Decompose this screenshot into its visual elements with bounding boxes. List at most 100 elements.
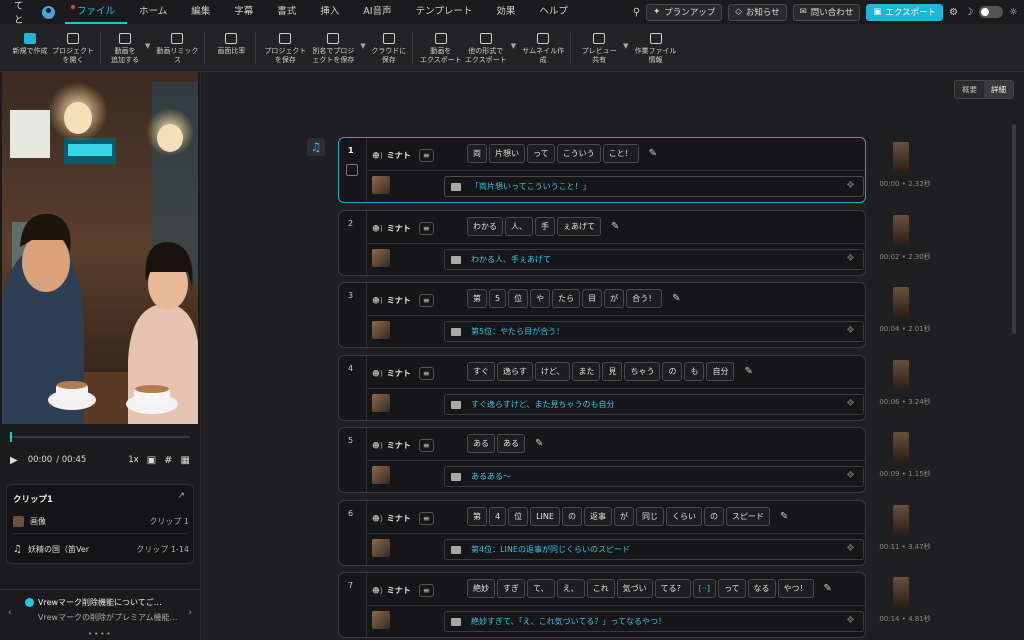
side-thumbnail[interactable] — [893, 504, 909, 535]
fullscreen-icon[interactable]: ▦ — [181, 455, 190, 466]
word-chip[interactable]: これ — [586, 579, 615, 598]
subtitle-text[interactable]: わかる人、手ぇあげて — [471, 254, 551, 265]
clip-thumbnail[interactable] — [372, 538, 390, 557]
speaker-selector[interactable]: ☻) ミナト ≡ — [372, 149, 434, 162]
word-chip[interactable]: 4 — [489, 506, 507, 526]
word-chip[interactable]: 絶妙 — [467, 579, 495, 598]
word-chip[interactable]: の — [703, 506, 724, 526]
word-chip[interactable]: 目 — [582, 289, 603, 308]
word-chip[interactable]: ある — [467, 434, 495, 453]
menu-item[interactable]: ヘルプ — [527, 0, 580, 24]
word-chip[interactable]: やつ！ — [777, 579, 814, 598]
word-chip[interactable]: また — [572, 361, 601, 381]
word-chip[interactable]: 5 — [489, 289, 507, 308]
cloud-save-button[interactable]: クラウドに 保存 — [370, 24, 408, 64]
speaker-selector[interactable]: ☻) ミナト ≡ — [372, 366, 434, 380]
word-chip[interactable]: 自分 — [706, 361, 735, 381]
side-thumbnail[interactable] — [893, 577, 909, 607]
pagination-dots[interactable]: •••• — [88, 630, 113, 638]
speaker-settings-icon[interactable]: ≡ — [418, 149, 434, 162]
gear-icon[interactable]: ⚙ — [949, 7, 958, 18]
clip-thumbnail[interactable] — [372, 393, 390, 412]
word-chip[interactable]: スピード — [725, 506, 770, 526]
word-chip[interactable]: 両 — [467, 144, 487, 163]
subtitle-text[interactable]: 第4位：LINEの返事が同じくらいのスピード — [471, 544, 630, 555]
word-chip[interactable]: LINE — [530, 506, 560, 526]
preview-share-dropdown[interactable]: ▼ — [623, 42, 628, 50]
word-chip[interactable]: て、 — [527, 579, 555, 598]
word-chip[interactable]: が — [613, 506, 634, 526]
add-video-button[interactable]: 動画を 追加する — [107, 24, 143, 64]
theme-toggle[interactable] — [979, 6, 1004, 18]
preview-share-button[interactable]: プレビュー 共有 — [577, 24, 621, 64]
thumbnail-button[interactable]: サムネイル作 成 — [520, 24, 566, 64]
word-chip[interactable]: や — [530, 289, 551, 308]
word-chip[interactable]: 見 — [602, 361, 623, 381]
subtitle-text[interactable]: すぐ逸らすけど、また見ちゃうのも自分 — [471, 399, 614, 410]
clip-row[interactable]: 4 ☻) ミナト ≡ すぐ 逸らす けど、 また見ちゃうのも自分 ✎ すぐ逸らすけど、また見ちゃう… — [338, 354, 866, 421]
word-chip[interactable]: くらい — [665, 506, 702, 526]
menu-item[interactable]: 編集 — [179, 0, 222, 24]
speaker-settings-icon[interactable]: ≡ — [418, 294, 434, 307]
notifications-button[interactable]: ◇ お知らせ — [728, 3, 787, 21]
pencil-icon[interactable]: ✎ — [672, 293, 680, 304]
plan-up-button[interactable]: ✦ プランアップ — [646, 3, 723, 21]
fit-icon[interactable]: ▣ — [147, 455, 156, 466]
pencil-icon[interactable]: ✎ — [780, 511, 788, 522]
speaker-selector[interactable]: ☻) ミナト ≡ — [372, 221, 434, 235]
side-thumbnail[interactable] — [893, 359, 909, 390]
timeline-scrubber[interactable] — [10, 436, 190, 438]
word-chip[interactable]: 人、 — [505, 216, 533, 236]
clip-thumbnail[interactable] — [372, 321, 390, 339]
word-chip[interactable]: 合う！ — [626, 289, 663, 308]
clip-row-image[interactable]: 画像 クリップ 1 — [13, 513, 189, 529]
menu-item[interactable]: 効果 — [484, 0, 527, 24]
menu-item[interactable]: ホーム — [127, 0, 179, 24]
word-chip[interactable]: たら — [552, 289, 581, 308]
export-button[interactable]: ▣ エクスポート — [866, 3, 944, 21]
word-chip[interactable]: こと！ — [602, 144, 639, 163]
subtitle-text[interactable]: あるある〜 — [471, 471, 511, 482]
clip-thumbnail[interactable] — [372, 466, 390, 484]
pencil-icon[interactable]: ✎ — [824, 583, 832, 594]
aspect-ratio-button[interactable]: 画面比率 — [211, 24, 251, 56]
word-chip[interactable]: [··] — [692, 579, 716, 598]
word-chip[interactable]: 位 — [508, 506, 529, 526]
search-icon[interactable]: ⚲ — [633, 7, 640, 18]
detail-view-button[interactable]: 詳細 — [984, 81, 1013, 98]
speaker-settings-icon[interactable]: ≡ — [418, 439, 434, 452]
link-icon[interactable]: ❖ — [846, 253, 855, 264]
project-info-button[interactable]: 作業ファイル 情報 — [633, 24, 679, 64]
pencil-icon[interactable]: ✎ — [535, 438, 543, 449]
pencil-icon[interactable]: ✎ — [744, 366, 752, 377]
clip-row[interactable]: 7 ☻) ミナト ≡ 絶妙 すぎ て、 え、 これ 気づい てる？ [··] って なる やつ！ ✎ 絶妙すぎて… — [338, 572, 866, 638]
export-other-button[interactable]: 他の形式で エクスポート — [463, 24, 509, 64]
scrubber-handle[interactable] — [10, 432, 12, 442]
export-video-button[interactable]: 動画を エクスポート — [419, 24, 463, 64]
chevron-right-icon[interactable]: › — [188, 608, 192, 618]
subtitle-text[interactable]: 「両片想いってこういうこと！」 — [471, 181, 591, 192]
word-chip[interactable]: すぎ — [497, 579, 525, 598]
link-icon[interactable]: ❖ — [846, 543, 855, 554]
speaker-selector[interactable]: ☻) ミナト ≡ — [372, 511, 434, 525]
word-chip[interactable]: の — [561, 506, 582, 526]
add-video-dropdown[interactable]: ▼ — [145, 42, 150, 50]
speaker-settings-icon[interactable]: ≡ — [418, 511, 434, 525]
menu-item[interactable]: 字幕 — [222, 0, 265, 24]
open-external-icon[interactable]: ↗ — [177, 491, 185, 501]
subtitle-text[interactable]: 第5位：やたら目が合う！ — [471, 326, 564, 337]
word-chip[interactable]: ぇあげて — [557, 216, 601, 236]
word-chip[interactable]: って — [717, 579, 746, 598]
row-checkbox[interactable] — [346, 164, 358, 176]
word-chip[interactable]: え、 — [556, 579, 585, 598]
clip-row-music[interactable]: ♫ 妖精の国（笛Ver クリップ 1-14 — [13, 541, 189, 557]
speed-button[interactable]: 1x — [128, 455, 138, 465]
word-chip[interactable]: 手 — [535, 216, 555, 236]
notice-banner[interactable]: ‹ Vrewマーク削除機能についてご… Vrewマークの削除がプレミアム機能… … — [0, 589, 200, 640]
speaker-settings-icon[interactable]: ≡ — [418, 584, 434, 597]
menu-item[interactable]: 挿入 — [308, 0, 351, 24]
music-track-icon[interactable]: ♫ — [307, 138, 325, 156]
clip-row[interactable]: 5 ☻) ミナト ≡ ある ある ✎ あるある〜 ❖ — [338, 427, 866, 493]
word-chip[interactable]: 返事 — [583, 506, 612, 526]
clip-thumbnail[interactable] — [372, 176, 390, 194]
